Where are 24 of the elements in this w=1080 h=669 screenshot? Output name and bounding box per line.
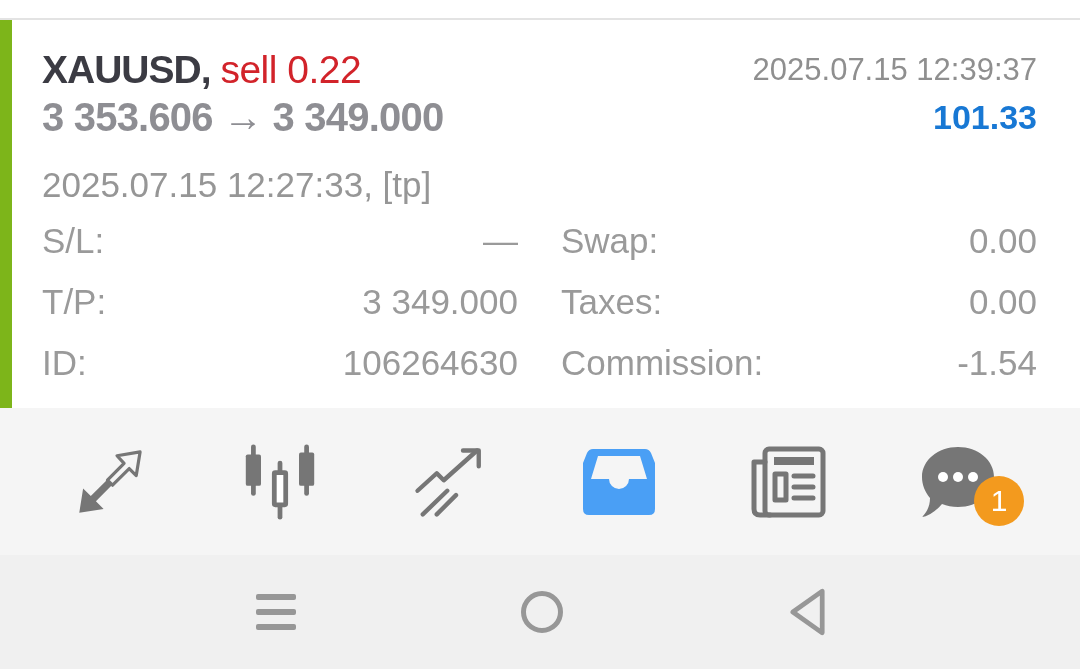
detail-value: 3 349.000 (362, 281, 518, 322)
home-icon (521, 591, 563, 633)
profit-value: 101.33 (932, 97, 1037, 138)
detail-label: Commission: (561, 342, 764, 383)
detail-label: S/L: (42, 220, 105, 261)
back-icon (790, 588, 826, 636)
detail-value: — (483, 220, 518, 261)
order-label: sell 0.22 (220, 48, 362, 91)
newspaper-icon (750, 445, 827, 518)
detail-label: T/P: (42, 281, 107, 322)
menu-icon (256, 594, 296, 630)
detail-label: Swap: (561, 220, 659, 261)
unread-count-badge: 1 (973, 475, 1024, 526)
open-info: 2025.07.15 12:27:33, [tp] (42, 164, 433, 206)
detail-value: 106264630 (342, 342, 518, 383)
price-change: 3 353.606 → 3 349.000 (42, 94, 444, 141)
detail-label: Taxes: (561, 281, 663, 322)
close-time: 2025.07.15 12:39:37 (752, 51, 1037, 89)
detail-value: 0.00 (968, 220, 1037, 261)
detail-value: 0.00 (968, 281, 1037, 322)
detail-label: ID: (42, 342, 87, 383)
symbol-label: XAUUSD, (42, 48, 211, 91)
detail-value: -1.54 (957, 342, 1037, 383)
inbox-tray-icon (582, 448, 655, 515)
